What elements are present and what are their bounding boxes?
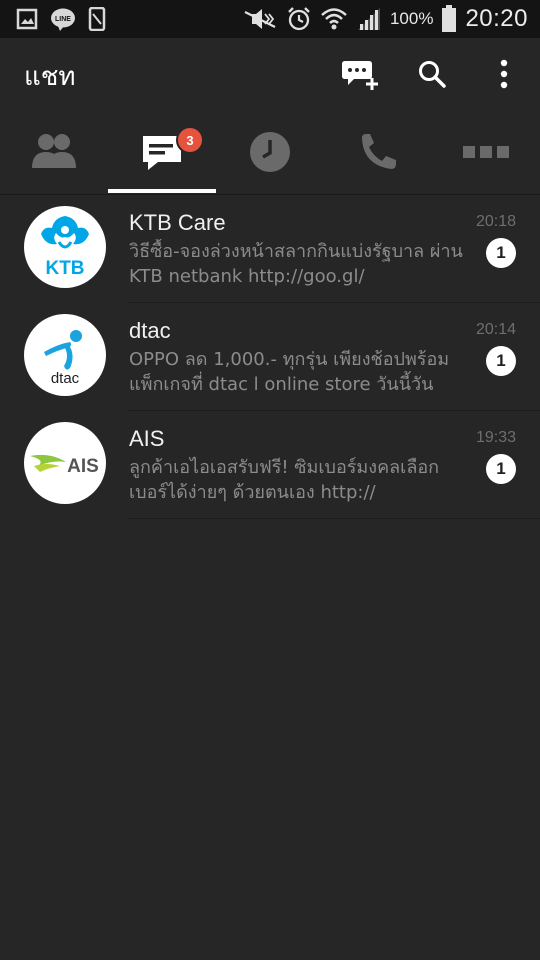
dtac-logo-icon: dtac	[44, 330, 82, 387]
active-tab-indicator	[108, 189, 216, 193]
status-bar: LINE 100% 20:20	[0, 0, 540, 38]
svg-text:KTB: KTB	[45, 258, 84, 279]
app-header: แชท	[0, 38, 540, 110]
tab-calls[interactable]	[324, 110, 432, 194]
svg-text:AIS: AIS	[67, 456, 99, 477]
wifi-icon	[321, 8, 347, 30]
unread-count: 1	[486, 454, 516, 484]
unread-count: 1	[486, 238, 516, 268]
more-horiz-icon	[463, 146, 509, 158]
tab-more[interactable]	[432, 110, 540, 194]
chat-name: AIS	[129, 426, 165, 451]
chat-preview: ลูกค้าเอไอเอสรับฟรี! ซิมเบอร์มงคลเลือกเบ…	[129, 457, 440, 503]
chat-item-ktb-care[interactable]: KTB KTB Care วิธีซื้อ-จองล่วงหน้าสลากกิน…	[0, 195, 540, 303]
friends-icon	[32, 134, 76, 168]
gallery-icon	[16, 8, 38, 30]
new-chat-button[interactable]	[338, 52, 382, 96]
svg-text:dtac: dtac	[51, 370, 80, 387]
new-chat-icon	[342, 61, 378, 90]
mute-icon	[244, 9, 276, 29]
chat-time: 20:14	[475, 321, 516, 338]
tab-timeline[interactable]	[216, 110, 324, 194]
alarm-icon	[288, 7, 310, 31]
device-icon	[88, 7, 106, 31]
chat-preview: วิธีซื้อ-จองล่วงหน้าสลากกินแบ่งรัฐบาล ผ่…	[129, 241, 463, 287]
search-button[interactable]	[410, 52, 454, 96]
battery-icon	[442, 5, 457, 32]
ais-logo-icon: AIS	[30, 454, 99, 477]
tab-bar: 3	[0, 110, 540, 195]
search-icon	[419, 61, 446, 88]
divider	[128, 518, 540, 519]
chat-list: KTB KTB Care วิธีซื้อ-จองล่วงหน้าสลากกิน…	[0, 195, 540, 519]
more-vert-icon	[500, 59, 508, 89]
unread-badge: 3	[176, 126, 204, 154]
line-app-icon: LINE	[51, 8, 75, 31]
svg-text:LINE: LINE	[55, 16, 71, 23]
avatar: KTB	[24, 206, 106, 288]
chat-time: 20:18	[475, 213, 516, 230]
tab-friends[interactable]	[0, 110, 108, 194]
signal-icon	[357, 8, 380, 30]
chat-name: KTB Care	[129, 210, 226, 235]
chat-item-dtac[interactable]: dtac dtac OPPO ลด 1,000.- ทุกรุ่น เพียงช…	[0, 303, 540, 411]
battery-percent: 100%	[389, 9, 434, 28]
clock-icon	[250, 132, 290, 172]
chat-item-ais[interactable]: AIS AIS ลูกค้าเอไอเอสรับฟรี! ซิมเบอร์มงค…	[0, 411, 540, 519]
avatar: dtac	[24, 314, 106, 396]
page-title: แชท	[24, 62, 76, 92]
chat-time: 19:33	[475, 429, 516, 446]
unread-count: 1	[486, 346, 516, 376]
clock-time: 20:20	[465, 5, 528, 32]
avatar: AIS	[24, 422, 106, 504]
chat-preview: OPPO ลด 1,000.- ทุกรุ่น เพียงช้อปพร้อมแพ…	[129, 349, 450, 395]
overflow-menu-button[interactable]	[482, 52, 526, 96]
phone-icon	[362, 134, 396, 169]
chat-name: dtac	[129, 318, 171, 343]
ktb-logo-icon: KTB	[41, 216, 89, 279]
tab-chats[interactable]: 3	[108, 110, 216, 194]
